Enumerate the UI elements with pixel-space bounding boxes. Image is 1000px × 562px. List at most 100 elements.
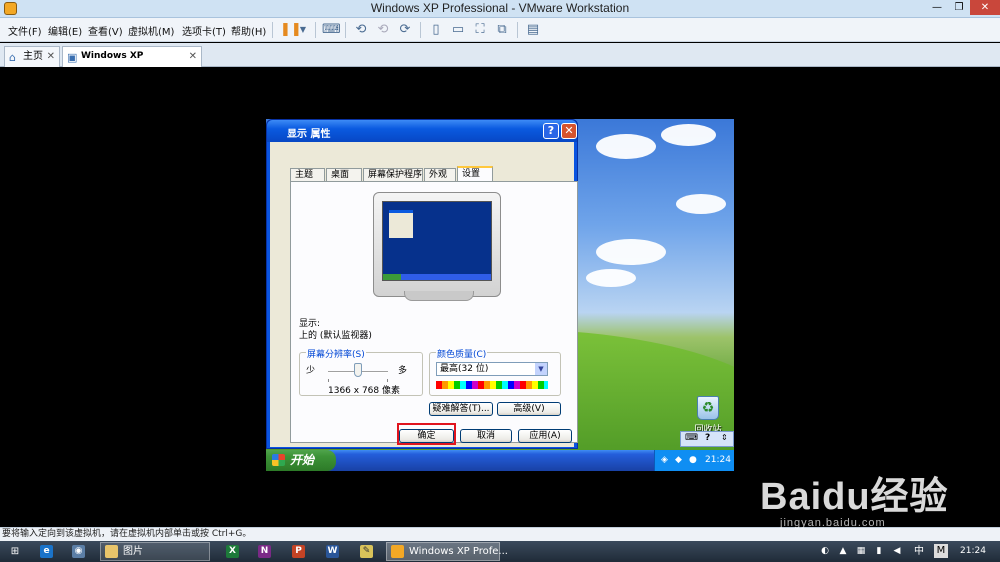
guest-taskbar: 开始 ◈ ◆ ● 21:24 [266, 450, 734, 471]
settings-panel: 显示: 上的 (默认监视器) 屏幕分辨率(S) 少 多 1366 x 768 像… [290, 181, 578, 443]
baidu-watermark: Baidu经验 jingyan.baidu.com [760, 455, 990, 535]
menu-edit[interactable]: 编辑(E) [48, 23, 82, 38]
resolution-title: 屏幕分辨率(S) [306, 347, 366, 360]
troubleshoot-button[interactable]: 疑难解答(T)... [429, 402, 493, 416]
toolbar-separator [345, 22, 346, 38]
cancel-button[interactable]: 取消 [460, 429, 512, 443]
recycle-bin-icon: ♻ [697, 396, 719, 420]
dialog-title-bar[interactable]: 显示 属性 ? ✕ [267, 120, 577, 142]
cloud [676, 194, 726, 214]
taskbar-item-pictures[interactable]: 图片 [100, 542, 210, 561]
window-title: Windows XP Professional - VMware Worksta… [370, 1, 630, 15]
tab-home-label: 主页 [23, 51, 43, 62]
keyboard-icon[interactable]: ⌨ [685, 433, 698, 443]
vm-tab-strip: ⌂ 主页 ✕ ▣ Windows XP Professional ✕ [0, 43, 1000, 80]
monitor-screen [382, 201, 492, 281]
menu-file[interactable]: 文件(F) [8, 23, 42, 38]
send-ctrl-alt-del-icon[interactable]: ⌨ [322, 22, 341, 38]
snapshot-icon[interactable]: ⟲ [353, 22, 369, 38]
dialog-title: 显示 属性 [287, 129, 331, 140]
ime-indicator[interactable]: 中 [912, 542, 926, 561]
start-label: 开始 [290, 453, 315, 467]
ime-mode-indicator[interactable]: M [934, 544, 948, 558]
resolution-value: 1366 x 768 像素 [328, 386, 400, 396]
menu-view[interactable]: 查看(V) [88, 23, 123, 38]
library-icon[interactable]: ▯ [428, 22, 444, 38]
tab-windows-xp[interactable]: ▣ Windows XP Professional ✕ [62, 46, 202, 80]
excel-icon[interactable]: X [226, 545, 239, 558]
toolbar-separator [517, 22, 518, 38]
tab-home[interactable]: ⌂ 主页 ✕ [4, 46, 60, 67]
dialog-close-button[interactable]: ✕ [561, 123, 577, 139]
langbar-options-icon[interactable]: ⇕ [721, 433, 728, 442]
resolution-group: 屏幕分辨率(S) 少 多 1366 x 768 像素 [299, 347, 423, 396]
ie-icon[interactable]: e [40, 545, 53, 558]
home-icon: ⌂ [9, 51, 16, 64]
volume-icon[interactable]: ◀ [890, 542, 904, 561]
menu-vm[interactable]: 虚拟机(M) [128, 23, 174, 38]
monitor-preview [373, 192, 501, 301]
snapshot-manager-icon[interactable]: ⟳ [397, 22, 413, 38]
tray-up-icon[interactable]: ▲ [836, 542, 850, 561]
network-icon[interactable]: ▮ [872, 542, 886, 561]
host-clock: 21:24 [960, 546, 986, 556]
close-button[interactable]: ✕ [970, 0, 1000, 15]
taskbar-item-vmware[interactable]: Windows XP Profe... [386, 542, 508, 561]
status-text: 要将输入定向到该虚拟机，请在虚拟机内部单击或按 Ctrl+G。 [2, 529, 252, 539]
chevron-down-icon[interactable]: ▼ [535, 363, 547, 375]
revert-snapshot-icon[interactable]: ⟲ [375, 22, 391, 38]
notepad-icon[interactable]: ✎ [360, 545, 373, 558]
onenote-icon[interactable]: N [258, 545, 271, 558]
start-button[interactable]: 开始 [266, 450, 336, 471]
network-icon[interactable]: ◈ [661, 450, 668, 471]
color-quality-value: 最高(32 位) [440, 364, 489, 374]
language-bar[interactable]: ⌨ ? ⇕ [680, 431, 734, 447]
console-view-icon[interactable]: ▭ [450, 22, 466, 38]
tab-appearance[interactable]: 外观 [424, 168, 456, 182]
unity-icon[interactable]: ⧉ [494, 22, 510, 38]
pause-icon[interactable]: ❚❚ [280, 22, 302, 38]
vmware-icon [391, 545, 404, 558]
thumbnail-view-icon[interactable]: ▤ [525, 22, 541, 38]
menu-tabs[interactable]: 选项卡(T) [182, 23, 226, 38]
recycle-bin[interactable]: ♻ 回收站 [688, 396, 728, 435]
tab-desktop[interactable]: 桌面 [326, 168, 362, 182]
monitor-stand [404, 291, 474, 301]
tab-close-icon[interactable]: ✕ [47, 47, 55, 66]
windows-start-icon[interactable]: ⊞ [6, 542, 24, 561]
resolution-more-label: 多 [398, 366, 408, 376]
tab-themes[interactable]: 主题 [290, 168, 325, 182]
folder-icon [105, 545, 118, 558]
browser-icon[interactable]: ◉ [72, 545, 85, 558]
power-dropdown-icon[interactable]: ▼ [295, 22, 311, 38]
color-quality-select[interactable]: 最高(32 位) ▼ [436, 362, 548, 376]
tray-icon[interactable]: ▦ [854, 542, 868, 561]
langbar-help[interactable]: ? [705, 433, 710, 443]
cloud [596, 134, 656, 159]
preview-window [389, 210, 413, 238]
guest-system-tray: ◈ ◆ ● 21:24 [654, 450, 734, 471]
color-quality-title: 颜色质量(C) [436, 347, 488, 360]
guest-screen[interactable]: 显示 属性 ? ✕ 主题 桌面 屏幕保护程序 外观 设置 显示: 上的 (默认监… [266, 119, 734, 471]
apply-button[interactable]: 应用(A) [518, 429, 572, 443]
fullscreen-icon[interactable]: ⛶ [472, 22, 488, 38]
security-icon[interactable]: ● [689, 450, 697, 471]
display-value: 上的 (默认监视器) [299, 331, 372, 341]
people-icon[interactable]: ◐ [818, 542, 832, 561]
resolution-slider-thumb[interactable] [354, 363, 362, 377]
help-button[interactable]: ? [543, 123, 559, 139]
toolbar-separator [420, 22, 421, 38]
maximize-button[interactable]: ❐ [948, 0, 970, 15]
menu-help[interactable]: 帮助(H) [231, 23, 266, 38]
cloud [661, 124, 716, 146]
vmware-tools-icon[interactable]: ◆ [675, 450, 682, 471]
tab-close-icon[interactable]: ✕ [189, 47, 197, 66]
word-icon[interactable]: W [326, 545, 339, 558]
advanced-button[interactable]: 高级(V) [497, 402, 561, 416]
powerpoint-icon[interactable]: P [292, 545, 305, 558]
slider-ticks [328, 379, 388, 382]
ok-button-highlight [397, 423, 456, 445]
minimize-button[interactable]: — [926, 0, 948, 15]
tab-screensaver[interactable]: 屏幕保护程序 [363, 168, 423, 182]
preview-start [383, 274, 401, 280]
